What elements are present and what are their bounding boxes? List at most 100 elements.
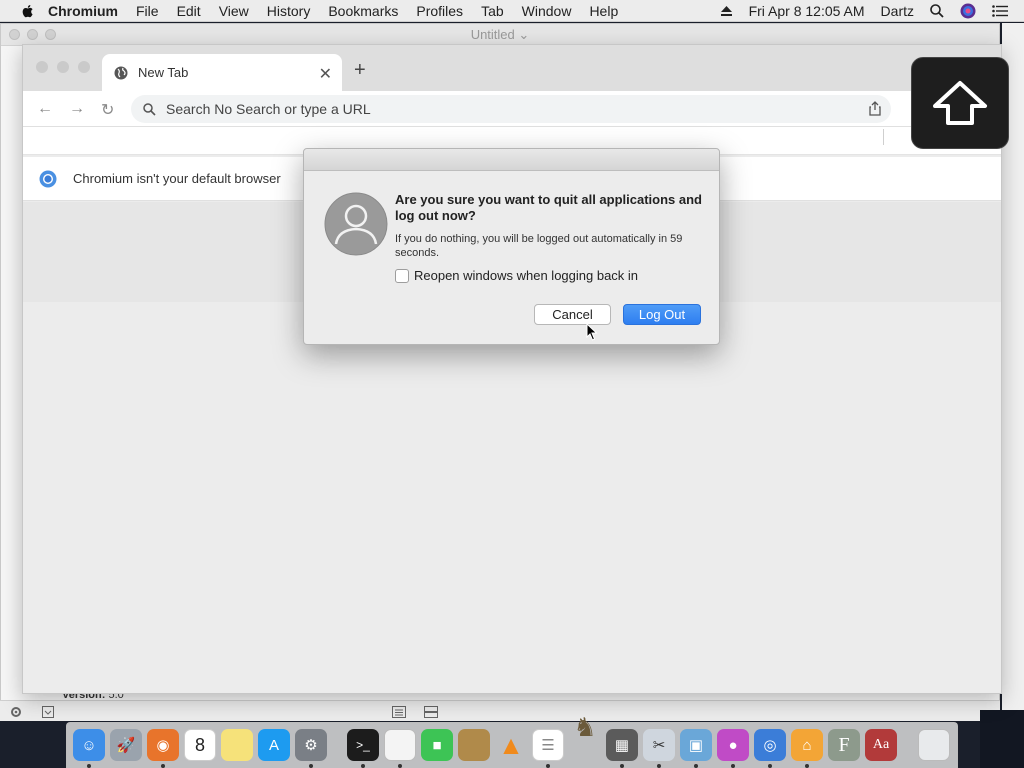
xcode-tools-icon[interactable]: ✂ [643, 729, 675, 761]
system-preferences-icon[interactable]: ⚙ [295, 729, 327, 761]
notebook-icon[interactable] [458, 729, 490, 761]
desktop-wallpaper [980, 710, 1024, 768]
launchpad-icon[interactable]: 🚀 [110, 729, 142, 761]
back-icon[interactable]: ← [37, 100, 53, 118]
sidebar-toggle-icon[interactable] [42, 706, 54, 718]
new-tab-button[interactable]: + [354, 59, 366, 82]
log-out-button[interactable]: Log Out [623, 304, 701, 325]
notification-center-icon[interactable] [992, 5, 1008, 17]
textedit-icon[interactable] [384, 729, 416, 761]
app-store-icon[interactable]: A [258, 729, 290, 761]
background-window-bottom-bar [0, 700, 1000, 721]
chromium-icon[interactable]: ◎ [754, 729, 786, 761]
notes-icon[interactable] [221, 729, 253, 761]
menu-tab[interactable]: Tab [481, 3, 504, 19]
close-window-icon[interactable] [36, 61, 48, 73]
dialog-titlebar [304, 149, 719, 171]
dialog-heading: Are you sure you want to quit all applic… [395, 192, 702, 223]
menu-view[interactable]: View [219, 3, 249, 19]
running-indicator [768, 764, 772, 768]
menu-bookmarks[interactable]: Bookmarks [328, 3, 398, 19]
running-indicator [731, 764, 735, 768]
trash-icon[interactable] [918, 729, 950, 761]
split-view-icon[interactable] [424, 706, 438, 718]
menu-app-name[interactable]: Chromium [48, 3, 118, 19]
forward-icon[interactable]: → [69, 100, 85, 118]
menu-bar: Chromium File Edit View History Bookmark… [0, 0, 1024, 22]
close-window-icon[interactable] [9, 29, 20, 40]
mouse-cursor-icon [586, 323, 598, 341]
running-indicator [161, 764, 165, 768]
menu-help[interactable]: Help [589, 3, 618, 19]
finder-icon[interactable]: ☺ [73, 729, 105, 761]
growl-icon[interactable]: ● [717, 729, 749, 761]
reopen-windows-checkbox[interactable] [395, 268, 409, 283]
running-indicator [87, 764, 91, 768]
running-indicator [620, 764, 624, 768]
globe-icon [114, 66, 128, 79]
gear-icon[interactable] [10, 706, 22, 718]
running-indicator [694, 764, 698, 768]
siri-icon[interactable] [960, 3, 976, 19]
menu-file[interactable]: File [136, 3, 159, 19]
facetime-icon[interactable]: ■ [421, 729, 453, 761]
chromium-logo-icon [39, 170, 57, 187]
reopen-windows-option[interactable]: Reopen windows when logging back in [395, 268, 638, 283]
omnibox[interactable]: Search No Search or type a URL [131, 95, 891, 123]
zoom-window-icon[interactable] [78, 61, 90, 73]
apple-menu-icon[interactable] [20, 3, 36, 19]
running-indicator [805, 764, 809, 768]
running-indicator [309, 764, 313, 768]
menu-clock[interactable]: Fri Apr 8 12:05 AM [749, 3, 865, 19]
calculator-icon[interactable]: ▦ [606, 729, 638, 761]
menu-edit[interactable]: Edit [177, 3, 201, 19]
search-icon [143, 102, 156, 116]
background-window-traffic-lights [9, 29, 56, 40]
list-view-icon[interactable] [392, 706, 406, 718]
zoom-window-icon[interactable] [45, 29, 56, 40]
eject-icon[interactable] [720, 5, 733, 17]
preview-icon[interactable]: ▣ [680, 729, 712, 761]
reload-icon[interactable]: ↻ [101, 100, 114, 120]
shift-arrow-icon [933, 81, 987, 125]
menu-history[interactable]: History [267, 3, 311, 19]
home-icon[interactable]: ⌂ [791, 729, 823, 761]
chess-icon[interactable]: ♞ [569, 711, 601, 743]
tab-new-tab[interactable]: New Tab ✕ [102, 54, 342, 91]
minimize-window-icon[interactable] [57, 61, 69, 73]
background-window-titlebar: Untitled ⌄ [1, 24, 999, 46]
reminders-icon[interactable]: ☰ [532, 729, 564, 761]
menu-user[interactable]: Dartz [881, 3, 914, 19]
calendar-day: 8 [194, 734, 205, 755]
chromium-traffic-lights [36, 61, 90, 73]
running-indicator [361, 764, 365, 768]
background-window-title: Untitled [470, 27, 515, 42]
shift-key-overlay [911, 57, 1009, 149]
logout-dialog: Are you sure you want to quit all applic… [303, 148, 720, 345]
omnibox-placeholder: Search No Search or type a URL [166, 101, 371, 117]
dictionary-icon[interactable]: Aa [865, 729, 897, 761]
tab-title: New Tab [138, 65, 189, 80]
close-tab-icon[interactable]: ✕ [319, 64, 332, 84]
infobar-message: Chromium isn't your default browser [73, 171, 281, 186]
menu-profiles[interactable]: Profiles [416, 3, 463, 19]
chevron-down-icon: ⌄ [518, 27, 530, 42]
reopen-windows-label[interactable]: Reopen windows when logging back in [414, 268, 638, 283]
running-indicator [398, 764, 402, 768]
menu-window[interactable]: Window [522, 3, 572, 19]
running-indicator [546, 764, 550, 768]
terminal-icon[interactable]: >_ [347, 729, 379, 761]
bookmarks-separator [883, 129, 884, 145]
minimize-window-icon[interactable] [27, 29, 38, 40]
chromium-window: New Tab ✕ + ← → ↻ Search No Search or ty… [22, 44, 1002, 694]
share-icon[interactable] [869, 101, 881, 116]
vlc-icon[interactable]: ▲ [495, 729, 527, 761]
cancel-button[interactable]: Cancel [534, 304, 611, 325]
calendar-icon[interactable]: 8 [184, 729, 216, 761]
tab-strip: New Tab ✕ + [23, 45, 1001, 91]
running-indicator [657, 764, 661, 768]
firefox-icon[interactable]: ◉ [147, 729, 179, 761]
user-avatar-icon [324, 192, 388, 256]
spotlight-icon[interactable] [930, 4, 944, 18]
font-icon[interactable]: F [828, 729, 860, 761]
